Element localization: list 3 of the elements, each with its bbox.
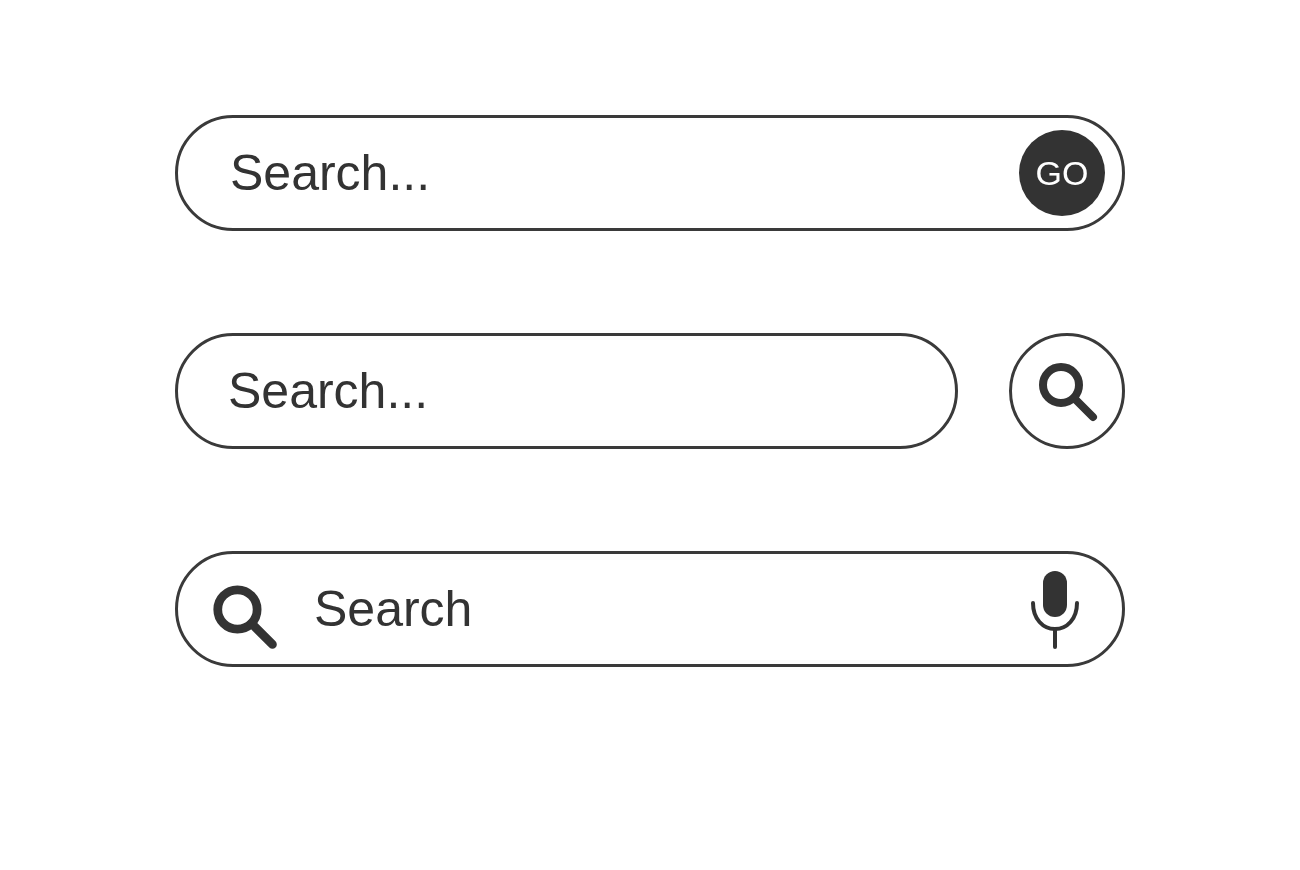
search-field[interactable]: Search... (175, 333, 958, 449)
search-field[interactable]: Search (175, 551, 1125, 667)
microphone-icon[interactable] (1029, 569, 1081, 649)
